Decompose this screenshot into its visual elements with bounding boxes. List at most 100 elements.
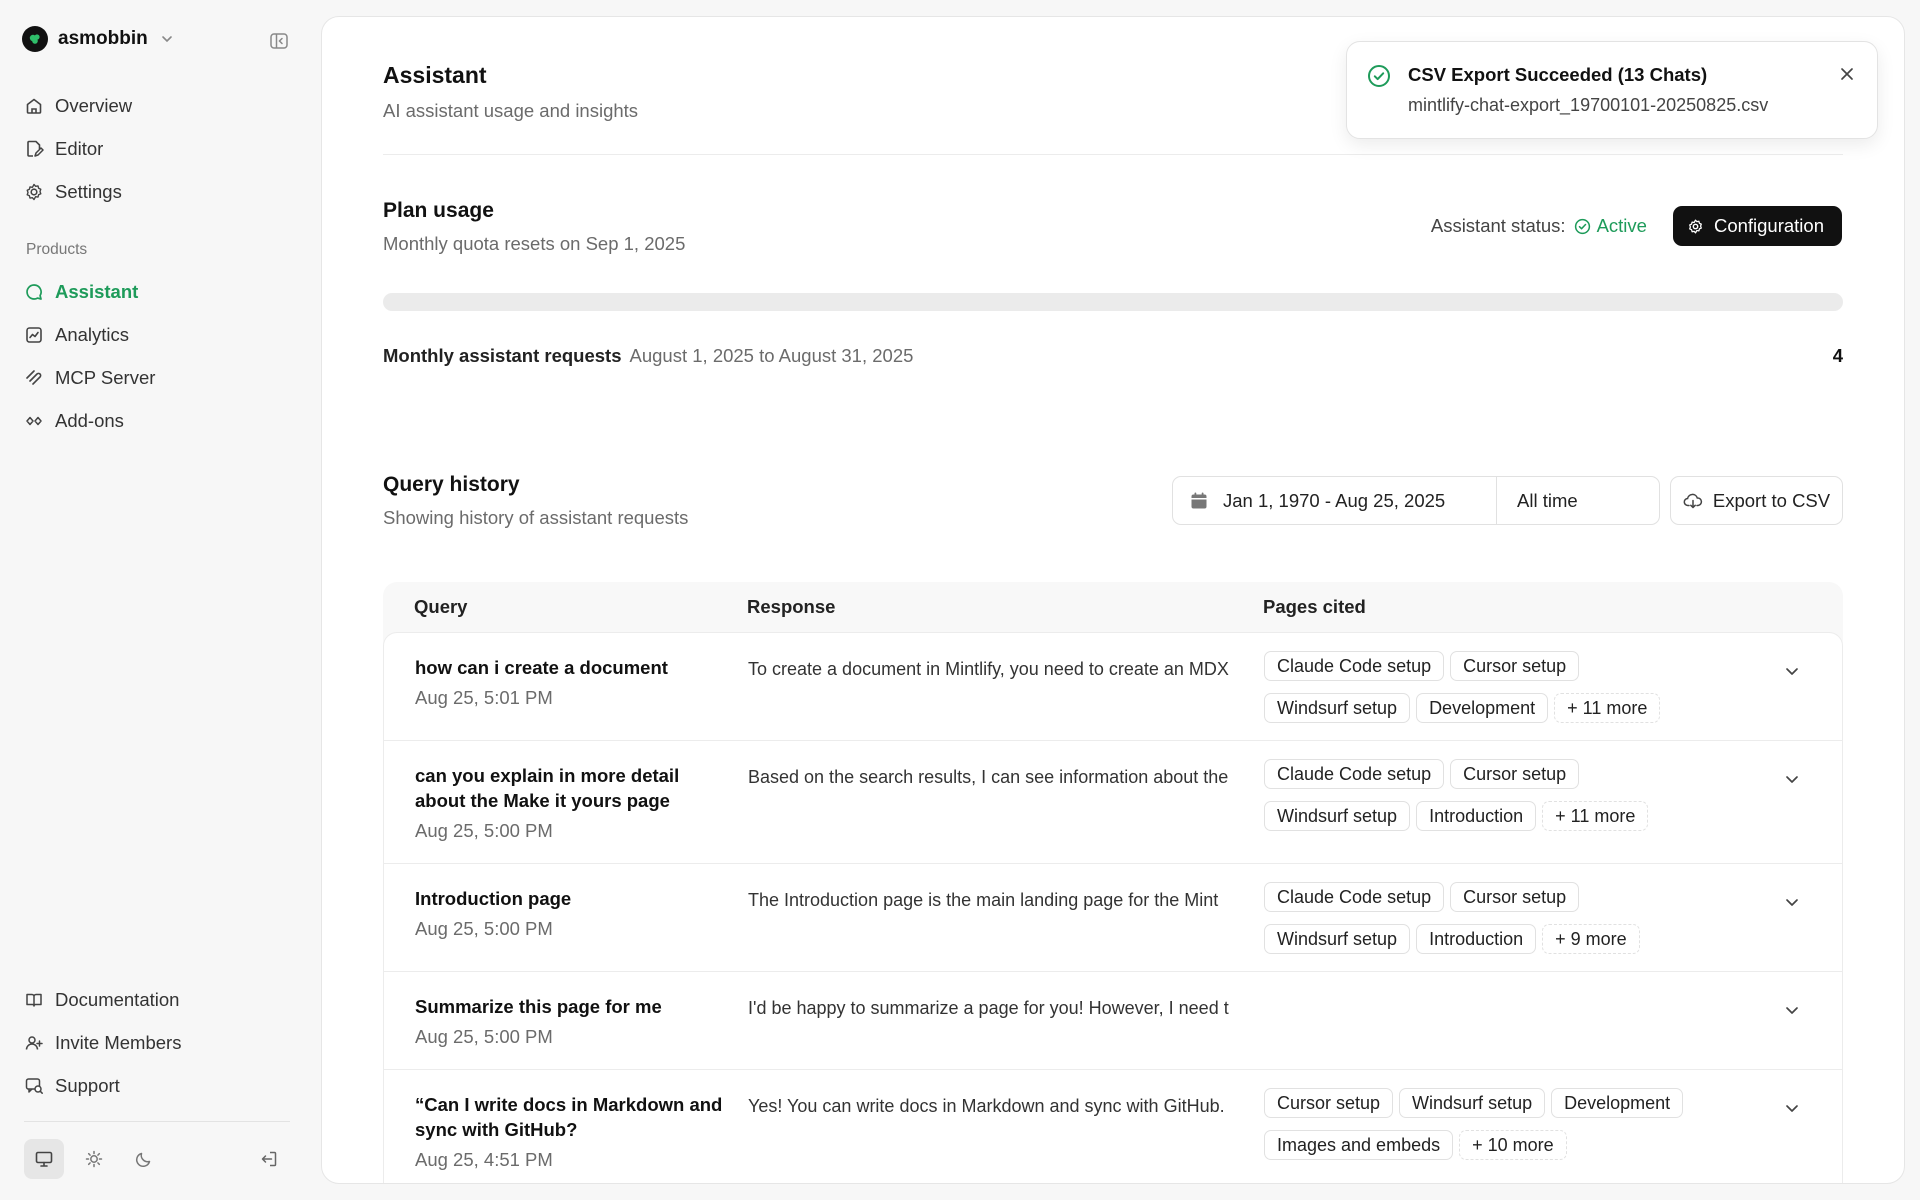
logout-button[interactable] [254,1144,284,1174]
period-select[interactable]: All time [1496,476,1660,525]
editor-icon [24,139,44,159]
chevron-down-icon [160,32,174,46]
page-tag[interactable]: Claude Code setup [1264,651,1445,681]
status-value: Active [1596,215,1647,236]
theme-switcher [24,1139,164,1179]
export-csv-button[interactable]: Export to CSV [1670,476,1843,525]
query-date: Aug 25, 5:00 PM [415,918,553,939]
more-pages-tag[interactable]: + 11 more [1554,693,1661,723]
query-history-subtitle: Showing history of assistant requests [383,507,689,528]
nav-item-settings[interactable]: Settings [24,178,122,206]
query-cell: “Can I write docs in Markdown and sync w… [384,1070,748,1183]
nav-item-assistant[interactable]: Assistant [24,278,138,306]
cloud-download-icon [1683,491,1703,511]
response-text: I'd be happy to summarize a page for you… [748,998,1229,1018]
column-header-query: Query [414,596,468,617]
pages-cited-cell: Claude Code setup Cursor setup Windsurf … [1264,633,1764,740]
nav-label: Support [55,1075,120,1096]
page-tag[interactable]: Cursor setup [1450,882,1580,912]
pages-cited-cell: Claude Code setup Cursor setup Windsurf … [1264,864,1764,971]
column-header-response: Response [747,596,836,617]
main-panel: Assistant AI assistant usage and insight… [321,16,1905,1184]
chat-icon [24,282,44,302]
more-pages-tag[interactable]: + 11 more [1542,801,1649,831]
sun-icon [84,1149,104,1169]
date-range-picker[interactable]: Jan 1, 1970 - Aug 25, 2025 [1172,476,1497,525]
nav-item-overview[interactable]: Overview [24,92,132,120]
configuration-button[interactable]: Configuration [1672,206,1842,246]
org-name: asmobbin [58,28,148,49]
query-text: Summarize this page for me [415,996,662,1017]
nav-item-analytics[interactable]: Analytics [24,321,129,349]
response-text: Yes! You can write docs in Markdown and … [748,1096,1225,1116]
dark-theme-button[interactable] [124,1139,164,1179]
more-pages-tag[interactable]: + 9 more [1542,924,1640,954]
org-switcher[interactable]: asmobbin [22,26,174,52]
page-tag[interactable]: Cursor setup [1264,1088,1394,1118]
table-row[interactable]: Summarize this page for me Aug 25, 5:00 … [384,972,1842,1070]
query-history-table: Query Response Pages cited how can i cre… [383,582,1843,1183]
query-cell: can you explain in more detail about the… [384,741,748,863]
nav-item-editor[interactable]: Editor [24,135,103,163]
page-tag[interactable]: Cursor setup [1450,651,1580,681]
nav-label: Add-ons [55,410,124,431]
assistant-status: Assistant status: Active [1431,215,1647,237]
products-section-label: Products [26,241,88,258]
home-icon [24,96,44,116]
table-row[interactable]: “Can I write docs in Markdown and sync w… [384,1070,1842,1183]
export-success-toast: CSV Export Succeeded (13 Chats) mintlify… [1346,41,1878,139]
check-circle-icon [1574,218,1591,235]
response-cell: To create a document in Mintlify, you ne… [748,633,1264,740]
system-theme-button[interactable] [24,1139,64,1179]
pages-cited-cell: Cursor setup Windsurf setup Development … [1264,1070,1764,1183]
nav-item-add-ons[interactable]: Add-ons [24,407,124,435]
table-row[interactable]: how can i create a document Aug 25, 5:01… [384,633,1842,741]
nav-label: Overview [55,95,133,116]
nav-item-invite-members[interactable]: Invite Members [24,1029,181,1057]
page-tag[interactable]: Images and embeds [1264,1130,1454,1160]
org-logo [22,26,48,52]
chevron-down-icon[interactable] [1782,1098,1802,1118]
more-pages-tag[interactable]: + 10 more [1459,1130,1567,1160]
configuration-label: Configuration [1713,215,1824,236]
nav-label: Editor [55,138,104,159]
nav-item-mcp-server[interactable]: MCP Server [24,364,155,392]
check-circle-icon [1367,64,1391,88]
column-header-pages-cited: Pages cited [1263,596,1366,617]
page-tag[interactable]: Cursor setup [1450,759,1580,789]
nav-item-support[interactable]: Support [24,1072,120,1100]
page-tag[interactable]: Introduction [1416,924,1537,954]
chevron-down-icon[interactable] [1782,1000,1802,1020]
light-theme-button[interactable] [74,1139,114,1179]
page-tag[interactable]: Development [1551,1088,1684,1118]
nav-item-documentation[interactable]: Documentation [24,986,179,1014]
response-text: To create a document in Mintlify, you ne… [748,659,1229,679]
page-tag[interactable]: Windsurf setup [1399,1088,1546,1118]
pages-cited-cell: Claude Code setup Cursor setup Windsurf … [1264,741,1764,863]
gear-icon [1687,218,1704,235]
nav-label: MCP Server [55,367,156,388]
page-tag[interactable]: Windsurf setup [1264,693,1411,723]
query-cell: Introduction page Aug 25, 5:00 PM [384,864,748,971]
page-tag[interactable]: Windsurf setup [1264,924,1411,954]
chevron-down-icon[interactable] [1782,661,1802,681]
page-tag[interactable]: Claude Code setup [1264,759,1445,789]
nav-label: Documentation [55,989,180,1010]
page-tag[interactable]: Development [1416,693,1549,723]
close-icon[interactable] [1837,64,1857,84]
chevron-down-icon[interactable] [1782,892,1802,912]
collapse-sidebar-icon[interactable] [268,30,290,52]
page-tag[interactable]: Windsurf setup [1264,801,1411,831]
requests-range: August 1, 2025 to August 31, 2025 [629,345,914,366]
sidebar-divider [24,1121,290,1122]
page-tag[interactable]: Introduction [1416,801,1537,831]
plan-usage-subtitle: Monthly quota resets on Sep 1, 2025 [383,233,686,254]
chevron-down-icon[interactable] [1782,769,1802,789]
query-date: Aug 25, 4:51 PM [415,1149,553,1170]
monitor-icon [34,1149,54,1169]
table-row[interactable]: can you explain in more detail about the… [384,741,1842,864]
query-date: Aug 25, 5:01 PM [415,687,553,708]
query-text: can you explain in more detail about the… [415,765,680,811]
table-row[interactable]: Introduction page Aug 25, 5:00 PM The In… [384,864,1842,972]
page-tag[interactable]: Claude Code setup [1264,882,1445,912]
